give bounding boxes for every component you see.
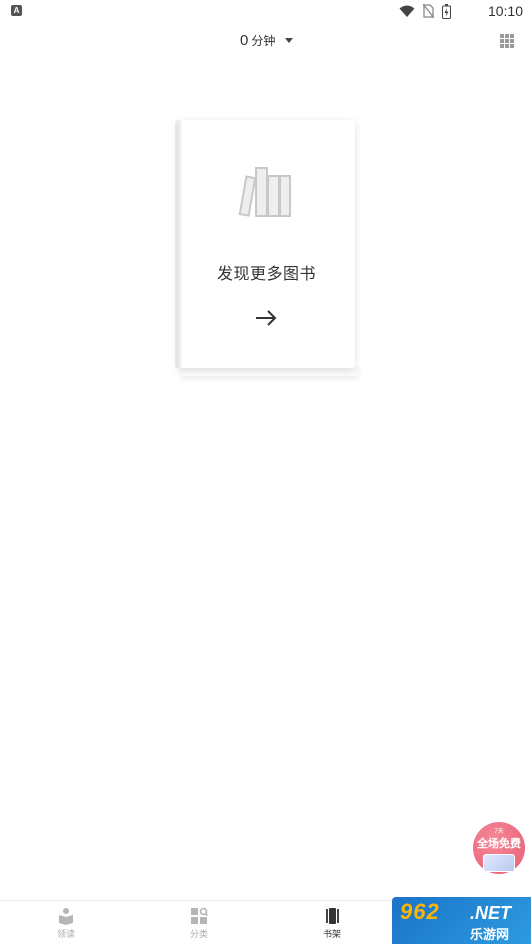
watermark-number: 962 [400, 899, 440, 924]
arrow-right-icon[interactable] [254, 308, 278, 328]
battery-icon [442, 3, 451, 19]
app-notification-icon: A [11, 5, 22, 16]
category-grid-icon [191, 907, 208, 924]
free-promo-badge[interactable]: 7天 全场免费 [470, 822, 528, 878]
grid-view-icon[interactable] [500, 34, 514, 48]
nav-label-bookshelf: 书架 [322, 929, 341, 939]
bookshelf-icon [326, 908, 339, 924]
reading-time-selector[interactable]: 0 分钟 [240, 32, 294, 49]
caret-down-icon [285, 38, 294, 43]
nav-label-reading: 领读 [56, 929, 75, 939]
promo-days-label: 7天 [494, 829, 504, 835]
nav-item-reading[interactable]: 领读 [36, 907, 96, 940]
discover-more-books-label: 发现更多图书 [216, 266, 316, 283]
card-spine [178, 120, 182, 368]
gift-box-icon [483, 854, 515, 872]
wifi-icon [399, 5, 415, 17]
no-sim-icon [423, 4, 434, 18]
discover-more-books-card[interactable]: 发现更多图书 [178, 120, 355, 368]
nav-item-category[interactable]: 分类 [169, 907, 229, 940]
book-reader-icon [59, 908, 73, 925]
site-watermark-logo: 962 .NET 乐游网 [392, 897, 531, 944]
nav-label-category: 分类 [189, 929, 208, 939]
watermark-net: .NET [470, 903, 512, 923]
status-icons [399, 3, 451, 19]
top-bar: 0 分钟 [0, 28, 531, 56]
reading-minutes-value: 0 [240, 32, 249, 49]
promo-label: 全场免费 [477, 838, 521, 850]
books-icon [238, 167, 291, 217]
nav-item-bookshelf[interactable]: 书架 [302, 907, 362, 940]
watermark-name: 乐游网 [470, 927, 510, 942]
status-time: 10:10 [487, 3, 523, 19]
status-bar: A 10:10 [0, 0, 531, 24]
reading-minutes-unit: 分钟 [251, 34, 276, 48]
